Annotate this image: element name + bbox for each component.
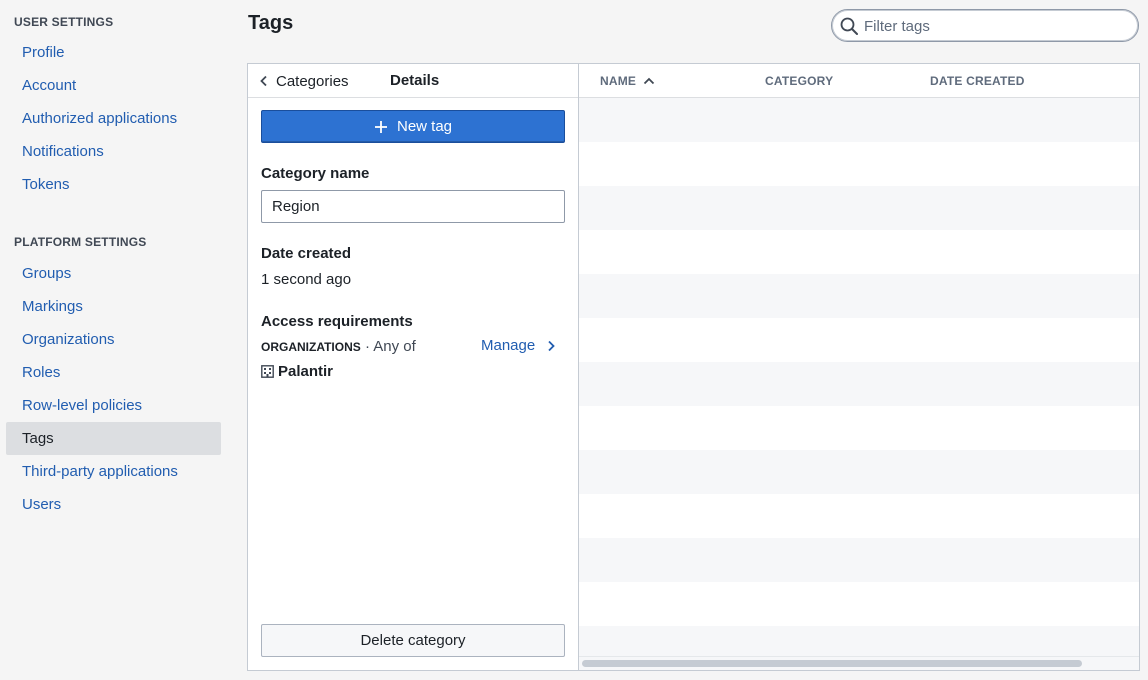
table-row xyxy=(579,274,1139,318)
sidebar-item-users[interactable]: Users xyxy=(6,488,221,521)
sidebar-item-tags[interactable]: Tags xyxy=(6,422,221,455)
sidebar-item-organizations[interactable]: Organizations xyxy=(6,323,221,356)
sidebar-item-tokens[interactable]: Tokens xyxy=(6,168,221,201)
sidebar-item-authorized-applications[interactable]: Authorized applications xyxy=(6,102,221,135)
sidebar-item-groups[interactable]: Groups xyxy=(6,257,221,290)
column-header-name[interactable]: NAME xyxy=(600,74,655,88)
table-row xyxy=(579,406,1139,450)
table-row xyxy=(579,186,1139,230)
date-created-value: 1 second ago xyxy=(261,271,352,288)
new-tag-button[interactable]: New tag xyxy=(261,110,565,143)
manage-link[interactable]: Manage xyxy=(481,337,557,354)
categories-back-button[interactable]: Categories xyxy=(258,71,349,91)
filter-tags-input[interactable] xyxy=(864,14,1124,38)
delete-category-button[interactable]: Delete category xyxy=(261,624,565,657)
office-building-icon xyxy=(261,365,274,378)
table-row xyxy=(579,538,1139,582)
manage-label: Manage xyxy=(481,337,536,354)
table-row xyxy=(579,582,1139,626)
plus-icon xyxy=(374,120,387,133)
access-requirements-label: Access requirements xyxy=(261,313,413,330)
any-of-label: · Any of xyxy=(360,338,416,355)
sidebar-item-notifications[interactable]: Notifications xyxy=(6,135,221,168)
sidebar-item-profile[interactable]: Profile xyxy=(6,36,221,69)
chevron-up-icon xyxy=(644,77,655,85)
sidebar-item-markings[interactable]: Markings xyxy=(6,290,221,323)
chevron-left-icon xyxy=(260,75,267,87)
platform-settings-heading: PLATFORM SETTINGS xyxy=(14,235,147,249)
column-header-name-label: NAME xyxy=(600,74,637,88)
page-title: Tags xyxy=(248,12,294,34)
tags-panel: Categories Details New tag Category name… xyxy=(247,63,1140,671)
date-created-label: Date created xyxy=(261,245,352,262)
category-name-label: Category name xyxy=(261,165,370,182)
filter-tags-box[interactable] xyxy=(831,9,1139,42)
details-tab: Details xyxy=(390,72,440,89)
column-header-category[interactable]: CATEGORY xyxy=(765,74,833,88)
table-row xyxy=(579,494,1139,538)
chevron-right-icon xyxy=(548,340,555,351)
sidebar-item-roles[interactable]: Roles xyxy=(6,356,221,389)
categories-back-label: Categories xyxy=(276,72,349,90)
table-row xyxy=(579,98,1139,142)
organization-item: Palantir xyxy=(261,363,333,380)
details-header: Categories Details xyxy=(248,64,578,98)
sidebar: USER SETTINGS Profile Account Authorized… xyxy=(0,0,228,680)
scrollbar-thumb[interactable] xyxy=(582,660,1082,667)
category-details: Categories Details New tag Category name… xyxy=(248,64,579,670)
table-row xyxy=(579,362,1139,406)
tags-table: NAME CATEGORY DATE CREATED xyxy=(579,64,1139,670)
column-header-date-created[interactable]: DATE CREATED xyxy=(930,74,1025,88)
category-name-input[interactable] xyxy=(261,190,565,223)
new-tag-label: New tag xyxy=(396,118,453,135)
table-row xyxy=(579,230,1139,274)
sidebar-item-third-party-applications[interactable]: Third-party applications xyxy=(6,455,221,488)
organizations-caps-label: ORGANIZATIONS xyxy=(261,340,361,354)
user-settings-heading: USER SETTINGS xyxy=(14,15,114,29)
horizontal-scrollbar[interactable] xyxy=(579,656,1139,670)
table-row xyxy=(579,450,1139,494)
sidebar-item-account[interactable]: Account xyxy=(6,69,221,102)
search-icon xyxy=(840,17,858,35)
organizations-requirement: ORGANIZATIONS · Any of xyxy=(261,338,416,355)
organization-name: Palantir xyxy=(278,363,334,380)
sidebar-item-row-level-policies[interactable]: Row-level policies xyxy=(6,389,221,422)
table-row xyxy=(579,318,1139,362)
table-header: NAME CATEGORY DATE CREATED xyxy=(579,64,1139,98)
table-row xyxy=(579,142,1139,186)
